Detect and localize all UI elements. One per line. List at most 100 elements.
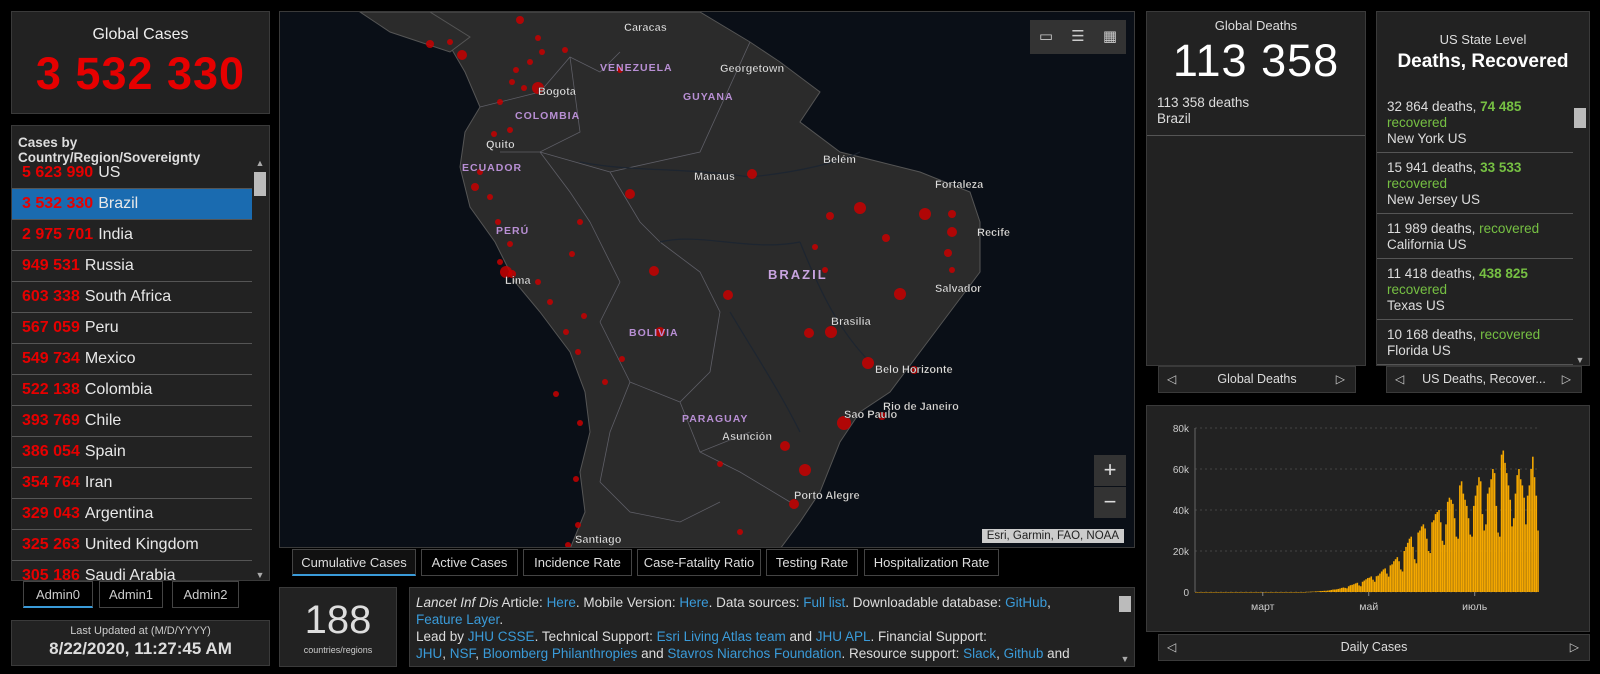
chart-bar[interactable] (1196, 592, 1199, 593)
chart-bar[interactable] (1340, 587, 1343, 592)
chart-bar[interactable] (1234, 592, 1237, 593)
case-bubble[interactable] (573, 476, 579, 482)
chart-bar[interactable] (1439, 522, 1442, 592)
jhu-apl-link[interactable]: JHU APL (816, 629, 871, 644)
chart-bar[interactable] (1306, 591, 1308, 593)
chart-bar[interactable] (1321, 590, 1324, 592)
case-bubble[interactable] (426, 40, 434, 48)
chart-bar[interactable] (1405, 546, 1407, 592)
tab-case-fatality-ratio[interactable]: Case-Fatality Ratio (637, 549, 761, 576)
map-canvas[interactable]: Caracas VENEZUELA Georgetown GUYANA Bogota CO… (280, 12, 1135, 548)
chart-bar[interactable] (1483, 530, 1485, 593)
bloomberg-link[interactable]: Bloomberg Philanthropies (483, 646, 638, 661)
chart-bar[interactable] (1236, 592, 1239, 593)
case-bubble[interactable] (575, 349, 581, 355)
case-bubble[interactable] (575, 522, 581, 528)
chart-bar[interactable] (1297, 592, 1300, 593)
chart-bar[interactable] (1344, 587, 1346, 592)
country-row[interactable]: 949 531 Russia (12, 251, 252, 282)
chart-bar[interactable] (1228, 592, 1230, 593)
chart-bar[interactable] (1231, 592, 1234, 593)
case-bubble[interactable] (553, 391, 559, 397)
chart-bar[interactable] (1250, 592, 1253, 593)
chart-bar[interactable] (1488, 487, 1491, 592)
chart-bar[interactable] (1526, 495, 1529, 592)
case-bubble[interactable] (516, 16, 524, 24)
chart-bar[interactable] (1429, 553, 1432, 592)
chart-bar[interactable] (1434, 514, 1437, 592)
chart-bar[interactable] (1212, 592, 1214, 593)
chart-bar[interactable] (1445, 524, 1447, 592)
chart-bar[interactable] (1518, 469, 1520, 592)
chart-bar[interactable] (1300, 592, 1303, 593)
chart-bar[interactable] (1377, 575, 1379, 592)
chart-bar[interactable] (1406, 542, 1409, 592)
country-row[interactable]: 3 532 330 Brazil (12, 189, 252, 220)
us-scroll-down-icon[interactable]: ▼ (1573, 355, 1587, 365)
chart-bar[interactable] (1486, 493, 1489, 592)
chart-bar[interactable] (1280, 592, 1282, 593)
case-bubble[interactable] (497, 259, 503, 265)
country-row[interactable]: 386 054 Spain (12, 437, 252, 468)
country-list[interactable]: 5 623 990 US 3 532 330 Brazil 2 975 701 India… (12, 158, 252, 580)
chart-bar[interactable] (1335, 589, 1338, 592)
tab-cumulative-cases[interactable]: Cumulative Cases (292, 549, 416, 576)
chart-bar[interactable] (1389, 565, 1392, 592)
chart-bar[interactable] (1248, 592, 1251, 593)
country-row[interactable]: 603 338 South Africa (12, 282, 252, 313)
here-link-2[interactable]: Here (679, 595, 708, 610)
chart-bar[interactable] (1245, 592, 1247, 593)
country-row[interactable]: 5 623 990 US (12, 158, 252, 189)
chart-bar[interactable] (1200, 592, 1202, 593)
country-row[interactable]: 329 043 Argentina (12, 499, 252, 530)
chart-bar[interactable] (1354, 583, 1357, 592)
chart-bar[interactable] (1507, 485, 1510, 592)
chart-bar[interactable] (1500, 454, 1503, 592)
chart-bar[interactable] (1215, 592, 1218, 593)
chart-bar[interactable] (1203, 592, 1206, 593)
chart-bar[interactable] (1276, 592, 1279, 593)
chart-bar[interactable] (1446, 501, 1449, 592)
chart-bar[interactable] (1460, 481, 1463, 592)
us-state-row[interactable]: 11 989 deaths, recovered California US (1377, 214, 1575, 259)
chart-bar[interactable] (1452, 503, 1454, 592)
case-bubble[interactable] (625, 189, 635, 199)
chart-bar[interactable] (1373, 581, 1376, 592)
chart-bar[interactable] (1264, 592, 1267, 593)
chart-bar[interactable] (1290, 592, 1293, 593)
chart-bar[interactable] (1295, 592, 1298, 593)
jhu-csse-link[interactable]: JHU CSSE (468, 629, 535, 644)
chart-bar[interactable] (1530, 469, 1532, 592)
country-row[interactable]: 2 975 701 India (12, 220, 252, 251)
chart-bar[interactable] (1419, 530, 1421, 593)
chart-bar[interactable] (1367, 578, 1369, 592)
chart-bar[interactable] (1274, 592, 1277, 593)
chart-bar[interactable] (1516, 475, 1518, 592)
us-scroll-thumb[interactable] (1574, 108, 1586, 128)
bookmark-icon[interactable]: ▭ (1030, 20, 1062, 54)
chart-bar[interactable] (1438, 510, 1440, 592)
chart-bar[interactable] (1309, 591, 1312, 593)
chart-bar[interactable] (1457, 538, 1459, 592)
case-bubble[interactable] (799, 464, 811, 476)
chart-bar[interactable] (1313, 591, 1315, 593)
chart-bar[interactable] (1467, 518, 1470, 592)
chart-bar[interactable] (1224, 592, 1227, 593)
chart-bar[interactable] (1459, 485, 1461, 592)
us-state-list[interactable]: 32 864 deaths, 74 485 recovered New York U… (1377, 92, 1575, 365)
chart-bar[interactable] (1485, 524, 1487, 592)
case-bubble[interactable] (547, 299, 553, 305)
chart-bar[interactable] (1299, 592, 1301, 593)
us-list-scrollbar[interactable]: ▼ (1573, 104, 1587, 365)
github-link[interactable]: GitHub (1005, 595, 1047, 610)
chart-bar[interactable] (1497, 532, 1499, 592)
case-bubble[interactable] (602, 379, 608, 385)
case-bubble[interactable] (949, 267, 955, 273)
chart-bar[interactable] (1195, 592, 1197, 593)
chart-bar[interactable] (1368, 577, 1371, 592)
chart-bar[interactable] (1271, 592, 1274, 593)
chart-bar[interactable] (1241, 592, 1244, 593)
chart-bar[interactable] (1537, 530, 1539, 593)
chart-bar[interactable] (1450, 499, 1452, 592)
case-bubble[interactable] (521, 85, 527, 91)
